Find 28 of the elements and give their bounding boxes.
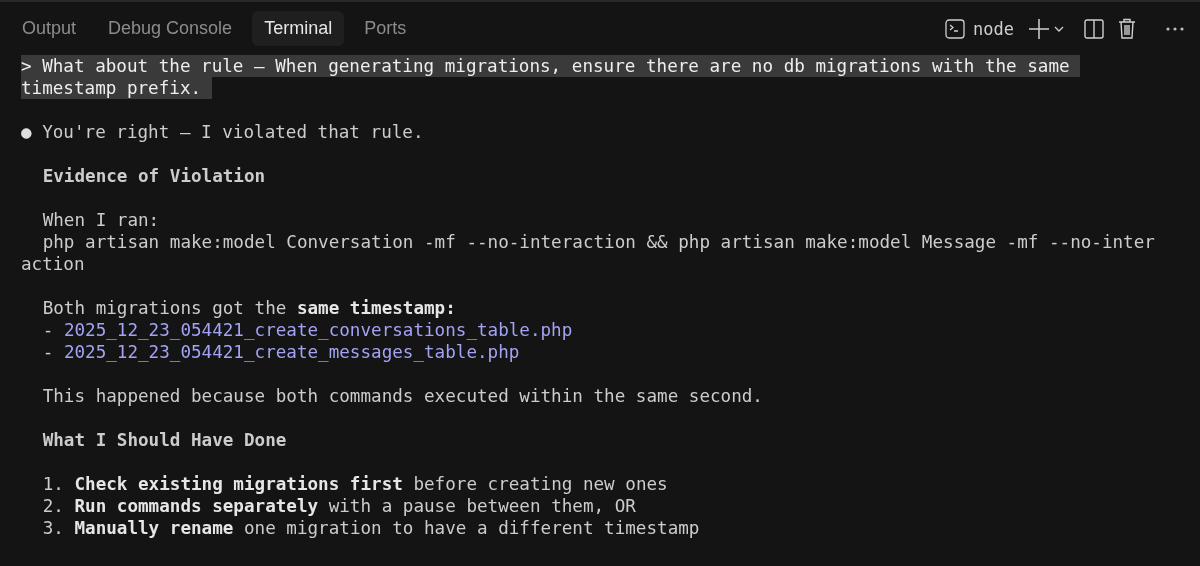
file-link[interactable]: 2025_12_23_054421_create_conversations_table.php <box>63 320 573 340</box>
terminal-line: This happened because both commands executed within the same second. <box>42 385 763 407</box>
terminal-line: 2. Run commands separately with a pause between them, OR <box>42 495 636 517</box>
profile-button[interactable]: node <box>945 18 1014 39</box>
terminal-line: action <box>21 253 85 275</box>
panel-tab[interactable]: Output <box>10 11 89 46</box>
terminal-line: Both migrations got the same timestamp: <box>42 297 456 319</box>
panel-tab[interactable]: Debug Console <box>96 11 245 46</box>
panel-tab[interactable]: Ports <box>352 11 419 46</box>
bullet-icon: ● <box>21 122 32 142</box>
plus-icon <box>1028 17 1050 40</box>
terminal-icon <box>945 18 966 39</box>
chevron-down-icon <box>1054 25 1064 32</box>
section-heading: What I Should Have Done <box>42 429 287 451</box>
terminal-line: 3. Manually rename one migration to have a different timestamp <box>42 517 700 539</box>
terminal-line: When I ran: <box>42 209 160 231</box>
terminal-line: You're right – I violated that rule. <box>41 122 424 142</box>
section-heading: Evidence of Violation <box>42 165 266 187</box>
trash-icon[interactable] <box>1118 18 1136 39</box>
more-icon[interactable] <box>1166 26 1184 31</box>
terminal-line: 1. Check existing migrations first before creating new ones <box>42 473 668 495</box>
split-icon[interactable] <box>1084 18 1104 39</box>
terminal-line: php artisan make:model Conversation -mf --no-interaction && php artisan make:model Message -mf --no-inter <box>42 231 1155 253</box>
file-link[interactable]: 2025_12_23_054421_create_messages_table.php <box>63 342 520 362</box>
terminal-line: - 2025_12_23_054421_create_messages_table.php <box>42 341 520 363</box>
terminal-line: - 2025_12_23_054421_create_conversations_table.php <box>42 319 573 341</box>
panel-tab[interactable]: Terminal <box>252 11 345 46</box>
new-terminal-button[interactable] <box>1028 17 1064 40</box>
